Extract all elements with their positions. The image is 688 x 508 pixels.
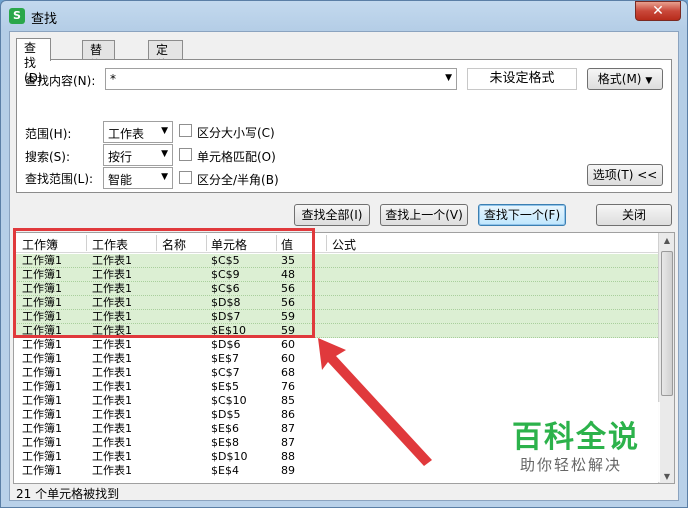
result-sheet: 工作表1 — [92, 450, 132, 463]
chevron-down-icon: ▼ — [161, 172, 168, 182]
highlight-box — [13, 228, 315, 338]
look-in-label: 查找范围(L): — [25, 172, 94, 186]
result-cell: $D$6 — [211, 338, 241, 351]
result-value: 87 — [281, 422, 295, 435]
chevron-down-icon: ▼ — [161, 126, 168, 136]
result-workbook: 工作簿1 — [22, 380, 62, 393]
match-width-label[interactable]: 区分全/半角(B) — [197, 171, 279, 188]
close-button[interactable]: 关闭 — [596, 204, 672, 226]
result-sheet: 工作表1 — [92, 422, 132, 435]
look-in-value: 智能 — [108, 173, 133, 187]
search-direction-value: 按行 — [108, 150, 133, 164]
result-cell: $E$7 — [211, 352, 239, 365]
match-case-label[interactable]: 区分大小写(C) — [197, 124, 275, 141]
result-cell: $D$10 — [211, 450, 248, 463]
find-previous-button[interactable]: 查找上一个(V) — [380, 204, 468, 226]
tab-goto[interactable]: 定位(G) — [148, 40, 183, 87]
result-cell: $E$4 — [211, 464, 239, 477]
result-cell: $C$7 — [211, 366, 240, 379]
result-workbook: 工作簿1 — [22, 338, 62, 351]
result-value: 86 — [281, 408, 295, 421]
find-panel: 查找内容(N): * ▼ 未设定格式 格式(M) ▼ 范围(H): 工作表 ▼ … — [16, 59, 672, 193]
scroll-up-icon[interactable]: ▲ — [659, 233, 674, 249]
result-value: 88 — [281, 450, 295, 463]
match-width-checkbox[interactable] — [179, 171, 192, 184]
format-button[interactable]: 格式(M) ▼ — [587, 68, 663, 90]
chevron-down-icon: ▼ — [645, 76, 653, 86]
tab-replace[interactable]: 替换(P) — [82, 40, 115, 87]
match-cell-label[interactable]: 单元格匹配(O) — [197, 148, 276, 165]
window-close-button[interactable]: ✕ — [635, 1, 681, 21]
result-workbook: 工作簿1 — [22, 352, 62, 365]
title-bar[interactable]: S 查找 ✕ — [1, 1, 687, 31]
result-sheet: 工作表1 — [92, 352, 132, 365]
result-value: 68 — [281, 366, 295, 379]
result-cell: $E$5 — [211, 380, 239, 393]
result-sheet: 工作表1 — [92, 394, 132, 407]
find-content-input[interactable]: * ▼ — [105, 68, 457, 90]
match-cell-checkbox[interactable] — [179, 148, 192, 161]
format-status: 未设定格式 — [467, 68, 577, 90]
result-workbook: 工作簿1 — [22, 408, 62, 421]
scope-select[interactable]: 工作表 ▼ — [103, 121, 173, 143]
result-value: 89 — [281, 464, 295, 477]
find-all-button[interactable]: 查找全部(I) — [294, 204, 370, 226]
column-header-formula[interactable]: 公式 — [332, 236, 356, 253]
result-sheet: 工作表1 — [92, 338, 132, 351]
chevron-down-icon[interactable]: ▼ — [445, 73, 452, 83]
arrow-shape — [318, 338, 432, 466]
match-case-checkbox[interactable] — [179, 124, 192, 137]
options-toggle-button[interactable]: 选项(T) << — [587, 164, 663, 186]
scope-value: 工作表 — [108, 127, 145, 141]
find-next-button[interactable]: 查找下一个(F) — [478, 204, 566, 226]
status-text: 21 个单元格被找到 — [16, 487, 120, 501]
scroll-down-icon[interactable]: ▼ — [659, 469, 674, 483]
result-workbook: 工作簿1 — [22, 436, 62, 449]
tab-find[interactable]: 查找(D) — [16, 38, 51, 85]
results-scrollbar[interactable]: ▲ ▼ — [658, 233, 674, 483]
chevron-down-icon: ▼ — [161, 149, 168, 159]
result-workbook: 工作簿1 — [22, 394, 62, 407]
result-cell: $E$8 — [211, 436, 239, 449]
search-direction-label: 搜索(S): — [25, 150, 71, 164]
result-sheet: 工作表1 — [92, 366, 132, 379]
column-divider[interactable] — [326, 235, 327, 251]
result-cell: $D$5 — [211, 408, 241, 421]
result-workbook: 工作簿1 — [22, 422, 62, 435]
result-sheet: 工作表1 — [92, 436, 132, 449]
result-value: 87 — [281, 436, 295, 449]
result-cell: $E$6 — [211, 422, 239, 435]
result-workbook: 工作簿1 — [22, 450, 62, 463]
window-title: 查找 — [31, 12, 58, 27]
result-workbook: 工作簿1 — [22, 366, 62, 379]
watermark-tagline: 助你轻松解决 — [520, 456, 623, 474]
result-value: 76 — [281, 380, 295, 393]
result-sheet: 工作表1 — [92, 408, 132, 421]
result-value: 60 — [281, 338, 295, 351]
look-in-select[interactable]: 智能 ▼ — [103, 167, 173, 189]
result-sheet: 工作表1 — [92, 380, 132, 393]
wps-app-icon: S — [9, 8, 25, 24]
search-direction-select[interactable]: 按行 ▼ — [103, 144, 173, 166]
result-value: 60 — [281, 352, 295, 365]
result-sheet: 工作表1 — [92, 464, 132, 477]
result-value: 85 — [281, 394, 295, 407]
find-content-value: * — [110, 72, 116, 86]
format-button-label: 格式(M) — [597, 72, 642, 86]
scrollbar-thumb[interactable] — [661, 251, 673, 396]
result-cell: $C$10 — [211, 394, 247, 407]
watermark-logo: 百科全说 — [512, 420, 640, 455]
scope-label: 范围(H): — [25, 127, 72, 141]
result-workbook: 工作簿1 — [22, 464, 62, 477]
annotation-arrow — [318, 338, 432, 466]
